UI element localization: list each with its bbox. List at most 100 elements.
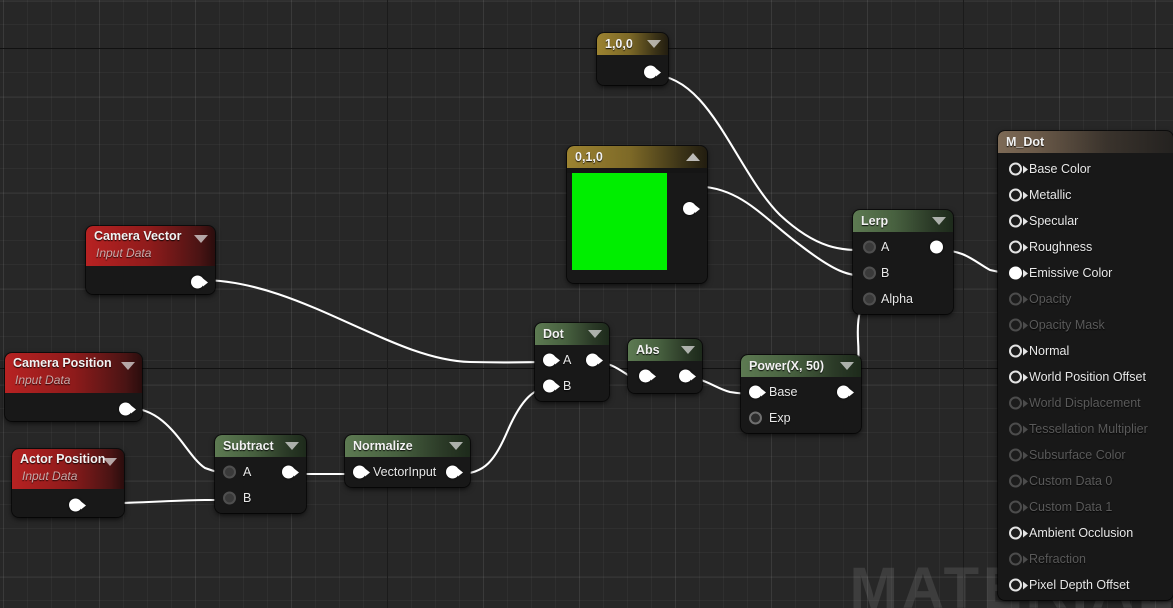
material-pin-row[interactable]: Metallic: [998, 182, 1173, 208]
node-header[interactable]: Camera Position Input Data: [5, 353, 142, 393]
chevron-up-icon[interactable]: [686, 153, 700, 161]
material-input-pin[interactable]: [1009, 552, 1022, 566]
chevron-down-icon[interactable]: [103, 458, 117, 466]
chevron-down-icon[interactable]: [449, 442, 463, 450]
node-input-row[interactable]: Exp: [741, 405, 861, 431]
node-header[interactable]: Power(X, 50): [741, 355, 861, 377]
node-constant-0-1-0[interactable]: 0,1,0: [567, 146, 707, 283]
material-input-pin[interactable]: [1009, 474, 1022, 488]
material-pin-row[interactable]: Tessellation Multiplier: [998, 416, 1173, 442]
output-pin[interactable]: [282, 465, 295, 479]
material-graph-canvas[interactable]: MATERIAL: [0, 0, 1173, 608]
output-pin[interactable]: [119, 402, 132, 416]
input-pin-b[interactable]: [863, 266, 876, 280]
material-pin-row[interactable]: Specular: [998, 208, 1173, 234]
node-output-row[interactable]: [86, 270, 215, 294]
node-actor-position[interactable]: Actor Position Input Data: [12, 449, 124, 517]
material-pin-row[interactable]: Base Color: [998, 156, 1173, 182]
chevron-down-icon[interactable]: [840, 362, 854, 370]
output-pin[interactable]: [683, 202, 696, 215]
node-lerp[interactable]: Lerp A B Alpha: [853, 210, 953, 314]
node-output-row[interactable]: [5, 397, 142, 421]
chevron-down-icon[interactable]: [588, 330, 602, 338]
material-pin-row[interactable]: Opacity: [998, 286, 1173, 312]
node-input-row[interactable]: A: [215, 459, 306, 485]
node-input-row[interactable]: Base: [741, 379, 861, 405]
node-input-row[interactable]: Alpha: [853, 286, 953, 312]
node-subtract[interactable]: Subtract A B: [215, 435, 306, 513]
material-pin-row[interactable]: World Position Offset: [998, 364, 1173, 390]
chevron-down-icon[interactable]: [681, 346, 695, 354]
material-pin-row[interactable]: Pixel Depth Offset: [998, 572, 1173, 598]
input-pin-vectorinput[interactable]: [353, 465, 366, 479]
material-input-pin[interactable]: [1009, 396, 1022, 410]
node-input-row[interactable]: B: [853, 260, 953, 286]
material-input-pin[interactable]: [1009, 370, 1022, 384]
node-header[interactable]: Camera Vector Input Data: [86, 226, 215, 266]
chevron-down-icon[interactable]: [285, 442, 299, 450]
material-pin-row[interactable]: Normal: [998, 338, 1173, 364]
material-input-pin[interactable]: [1009, 448, 1022, 462]
node-abs[interactable]: Abs: [628, 339, 702, 393]
material-input-pin[interactable]: [1009, 188, 1022, 202]
color-swatch[interactable]: [572, 173, 667, 270]
material-input-pin[interactable]: [1009, 500, 1022, 514]
node-header[interactable]: Dot: [535, 323, 609, 345]
material-pin-row[interactable]: Opacity Mask: [998, 312, 1173, 338]
material-input-pin[interactable]: [1009, 344, 1022, 358]
node-input-row[interactable]: B: [535, 373, 609, 399]
node-normalize[interactable]: Normalize VectorInput: [345, 435, 470, 487]
input-pin-a[interactable]: [543, 353, 556, 367]
node-material-output[interactable]: M_Dot Base Color Metallic Specular Roughnes…: [998, 131, 1173, 600]
node-output-row[interactable]: [12, 493, 124, 517]
output-pin[interactable]: [644, 65, 657, 79]
node-header[interactable]: Actor Position Input Data: [12, 449, 124, 489]
node-header[interactable]: 1,0,0: [597, 33, 668, 55]
chevron-down-icon[interactable]: [121, 362, 135, 370]
input-pin-alpha[interactable]: [863, 292, 876, 306]
node-header[interactable]: 0,1,0: [567, 146, 707, 168]
node-output-row[interactable]: [597, 59, 668, 85]
material-input-pin[interactable]: [1009, 526, 1022, 540]
output-pin[interactable]: [837, 385, 850, 399]
node-constant-1-0-0[interactable]: 1,0,0: [597, 33, 668, 85]
output-pin[interactable]: [191, 275, 204, 289]
input-pin-b[interactable]: [543, 379, 556, 393]
material-pin-row[interactable]: Custom Data 0: [998, 468, 1173, 494]
chevron-down-icon[interactable]: [932, 217, 946, 225]
node-camera-vector[interactable]: Camera Vector Input Data: [86, 226, 215, 294]
node-header[interactable]: M_Dot: [998, 131, 1173, 153]
chevron-down-icon[interactable]: [647, 40, 661, 48]
node-header[interactable]: Subtract: [215, 435, 306, 457]
input-pin-b[interactable]: [223, 491, 236, 505]
input-pin-base[interactable]: [749, 385, 762, 399]
output-pin[interactable]: [679, 369, 692, 383]
node-input-row[interactable]: A: [853, 234, 953, 260]
node-header[interactable]: Lerp: [853, 210, 953, 232]
input-pin-a[interactable]: [223, 465, 236, 479]
node-header[interactable]: Normalize: [345, 435, 470, 457]
output-pin[interactable]: [586, 353, 599, 367]
node-input-row[interactable]: B: [215, 485, 306, 511]
material-input-pin[interactable]: [1009, 578, 1022, 592]
material-pin-row[interactable]: Emissive Color: [998, 260, 1173, 286]
input-pin[interactable]: [639, 369, 652, 383]
material-pin-row[interactable]: Subsurface Color: [998, 442, 1173, 468]
output-pin[interactable]: [930, 240, 943, 254]
node-input-row[interactable]: A: [535, 347, 609, 373]
chevron-down-icon[interactable]: [194, 235, 208, 243]
node-power[interactable]: Power(X, 50) Base Exp: [741, 355, 861, 433]
material-input-pin[interactable]: [1009, 292, 1022, 306]
material-input-pin[interactable]: [1009, 214, 1022, 228]
input-pin-a[interactable]: [863, 240, 876, 254]
material-input-pin[interactable]: [1009, 318, 1022, 332]
material-pin-row[interactable]: Custom Data 1: [998, 494, 1173, 520]
node-camera-position[interactable]: Camera Position Input Data: [5, 353, 142, 421]
material-pin-row[interactable]: Refraction: [998, 546, 1173, 572]
node-dot[interactable]: Dot A B: [535, 323, 609, 401]
input-pin-exp[interactable]: [749, 411, 762, 425]
output-pin[interactable]: [69, 498, 82, 512]
node-input-row[interactable]: VectorInput: [345, 459, 470, 485]
material-pin-row[interactable]: Roughness: [998, 234, 1173, 260]
material-pin-row[interactable]: Ambient Occlusion: [998, 520, 1173, 546]
